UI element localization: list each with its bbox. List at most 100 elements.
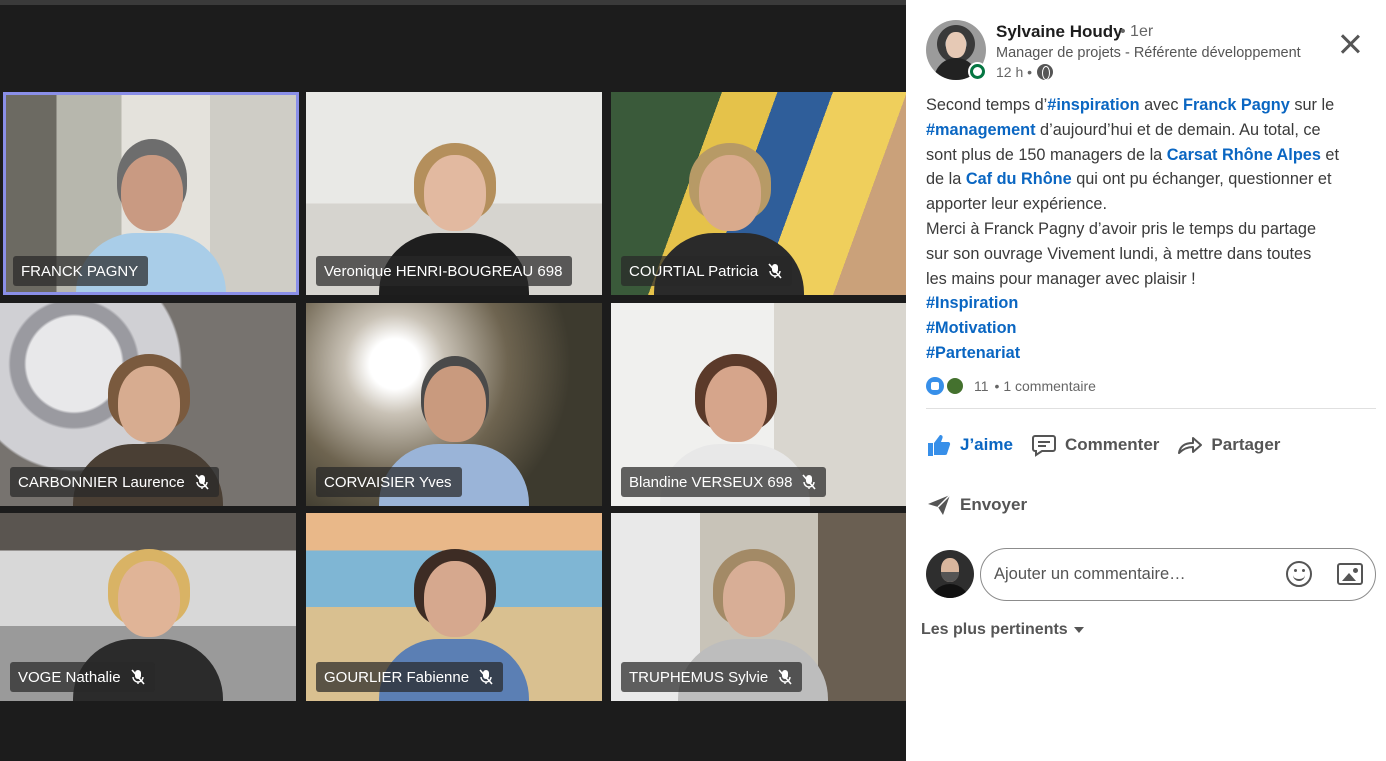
mention-link[interactable]: Franck Pagny [1183, 96, 1290, 114]
comment-input[interactable]: Ajouter un commentaire… [980, 548, 1376, 601]
post-panel: Sylvaine Houdy • 1er Manager de projets … [906, 0, 1386, 761]
globe-icon [1037, 64, 1054, 80]
send-icon [928, 494, 951, 515]
comment-placeholder: Ajouter un commentaire… [994, 565, 1186, 583]
comment-label: Commenter [1064, 435, 1160, 454]
participant-name-tag: GOURLIER Fabienne [316, 662, 504, 692]
online-status-icon [970, 64, 985, 79]
participant-tile[interactable]: COURTIAL Patricia [611, 92, 907, 295]
participant-name: COURTIAL Patricia [629, 262, 759, 280]
post-text: qui ont pu échanger, questionner et [1071, 170, 1332, 189]
author-name[interactable]: Sylvaine Houdy [996, 22, 1123, 42]
participant-tile[interactable]: Veronique HENRI-BOUGREAU 698 [306, 92, 602, 295]
post-text-line: #Partenariat [926, 341, 1376, 366]
muted-mic-icon [768, 263, 782, 279]
muted-mic-icon [130, 669, 145, 685]
participant-name: FRANCK PAGNY [21, 262, 139, 280]
hashtag-link[interactable]: #management [926, 121, 1036, 139]
participant-name-tag: FRANCK PAGNY [13, 256, 149, 286]
post-text: Merci à Franck Pagny d’avoir pris le tem… [926, 219, 1317, 238]
post-text: avec [1139, 96, 1184, 114]
window-top-bar [0, 0, 906, 5]
participant-name-tag: CARBONNIER Laurence [10, 467, 219, 497]
share-icon [1178, 437, 1203, 454]
post-text: les mains pour manager avec plaisir ! [926, 269, 1196, 288]
post-text: sur le [1289, 96, 1335, 114]
thumbs-up-icon [928, 435, 951, 456]
participant-name: CORVAISIER Yves [324, 473, 452, 491]
post-text-line: Merci à Franck Pagny d’avoir pris le tem… [926, 217, 1376, 242]
comment-sort-dropdown[interactable]: Les plus pertinents [921, 621, 1084, 639]
post-text: apporter leur expérience. [926, 195, 1108, 214]
participant-name-tag: VOGE Nathalie [10, 662, 155, 692]
post-text-line: de la Caf du Rhône qui ont pu échanger, … [926, 167, 1376, 192]
participant-tile[interactable]: CARBONNIER Laurence [0, 303, 296, 506]
post-text-line: #management d’aujourd’hui et de demain. … [926, 118, 1376, 143]
send-button[interactable]: Envoyer [926, 490, 1027, 520]
participant-name-tag: Veronique HENRI-BOUGREAU 698 [316, 256, 573, 286]
participant-tile[interactable]: FRANCK PAGNY [3, 92, 299, 295]
post-text-line: apporter leur expérience. [926, 192, 1376, 217]
share-button[interactable]: Partager [1177, 430, 1280, 460]
post-text-line: sont plus de 150 managers de la Carsat R… [926, 143, 1376, 168]
support-reaction-icon [946, 377, 964, 395]
post-text: d’aujourd’hui et de demain. Au total, ce [1035, 120, 1321, 139]
post-text-line: sur son ouvrage Vivement lundi, à mettre… [926, 242, 1376, 267]
post-time: 12 h • [996, 64, 1054, 80]
current-user-avatar[interactable] [926, 550, 974, 598]
hashtag-link[interactable]: #Partenariat [926, 344, 1020, 362]
participant-tile[interactable]: GOURLIER Fabienne [306, 513, 602, 701]
participant-name: VOGE Nathalie [18, 668, 121, 686]
like-label: J’aime [960, 435, 1013, 454]
post-actions: J’aime Commenter Partager [926, 430, 1280, 460]
mention-link[interactable]: Caf du Rhône [966, 170, 1072, 188]
post-text-line: #Motivation [926, 316, 1376, 341]
participant-name: Blandine VERSEUX 698 [629, 473, 793, 491]
participant-tile[interactable]: VOGE Nathalie [0, 513, 296, 701]
like-button[interactable]: J’aime [926, 430, 1013, 460]
caret-down-icon [1073, 627, 1084, 633]
mention-link[interactable]: Carsat Rhône Alpes [1167, 146, 1321, 164]
muted-mic-icon [802, 474, 817, 490]
post-text-line: Second temps d’#inspiration avec Franck … [926, 93, 1376, 118]
reactions-summary[interactable]: 11 • 1 commentaire [926, 377, 1096, 395]
emoji-icon[interactable] [1286, 561, 1312, 587]
share-label: Partager [1211, 435, 1281, 454]
participant-name-tag: Blandine VERSEUX 698 [621, 467, 827, 497]
comment-button[interactable]: Commenter [1031, 430, 1159, 460]
connection-degree: • 1er [1120, 23, 1154, 40]
post-timestamp: 12 h • [996, 64, 1033, 80]
post-text-line: les mains pour manager avec plaisir ! [926, 267, 1376, 292]
video-call-grid: FRANCK PAGNY Veronique HENRI-BOUGREAU 69… [0, 0, 907, 761]
muted-mic-icon [195, 474, 209, 490]
participant-name-tag: COURTIAL Patricia [621, 256, 793, 286]
participant-tile[interactable]: TRUPHEMUS Sylvie [611, 513, 907, 701]
participant-name: TRUPHEMUS Sylvie [629, 668, 769, 686]
post-text: sont plus de 150 managers de la [926, 145, 1167, 164]
comment-icon [1031, 435, 1056, 457]
participant-name: Veronique HENRI-BOUGREAU 698 [324, 262, 563, 280]
hashtag-link[interactable]: #Inspiration [926, 294, 1018, 312]
send-label: Envoyer [960, 495, 1028, 514]
muted-mic-icon [479, 669, 493, 685]
participant-name: CARBONNIER Laurence [18, 473, 185, 491]
post-text: de la [926, 170, 966, 189]
participant-tile[interactable]: CORVAISIER Yves [306, 303, 602, 506]
participant-tile[interactable]: Blandine VERSEUX 698 [611, 303, 907, 506]
divider [926, 408, 1376, 409]
hashtag-link[interactable]: #Motivation [926, 319, 1016, 337]
participant-name-tag: TRUPHEMUS Sylvie [621, 662, 803, 692]
participant-name-tag: CORVAISIER Yves [316, 467, 462, 497]
image-icon[interactable] [1337, 563, 1363, 585]
comments-count[interactable]: • 1 commentaire [995, 378, 1096, 394]
muted-mic-icon [778, 669, 792, 685]
hashtag-link[interactable]: #inspiration [1047, 96, 1139, 114]
close-icon[interactable] [1336, 30, 1364, 58]
author-headline: Manager de projets - Référente développe… [996, 45, 1301, 61]
reactions-count[interactable]: 11 [974, 378, 989, 394]
screen: FRANCK PAGNY Veronique HENRI-BOUGREAU 69… [0, 0, 1386, 761]
send-action-row: Envoyer [926, 490, 1027, 520]
post-text: sur son ouvrage Vivement lundi, à mettre… [926, 244, 1312, 263]
sort-label: Les plus pertinents [921, 621, 1068, 638]
like-reaction-icon [926, 377, 944, 395]
